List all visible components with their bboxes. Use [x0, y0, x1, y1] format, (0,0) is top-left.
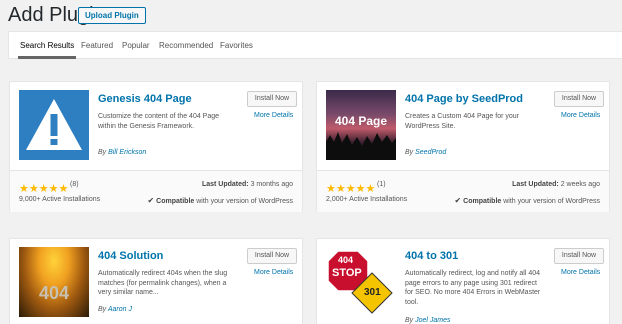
plugin-card: 404 STOP 301 404 to 301 Install Now More… [316, 238, 610, 324]
tab-popular[interactable]: Popular [122, 41, 150, 50]
more-details-link[interactable]: More Details [254, 269, 293, 276]
checkmark-icon: ✔ [147, 196, 155, 205]
warning-triangle-icon [26, 99, 82, 150]
sign-arrow-label: 301 [364, 287, 381, 298]
stop-sign-icon [327, 250, 393, 314]
star-icon: ★ [345, 183, 356, 195]
author-prefix: By [98, 149, 107, 156]
tab-featured[interactable]: Featured [81, 41, 113, 50]
plugin-author: By Joel James [405, 317, 451, 324]
sign-stop-label: STOP [332, 267, 362, 279]
author-link[interactable]: Joel James [415, 317, 450, 324]
plugin-icon-genesis [19, 90, 89, 160]
plugin-description: Automatically redirect, log and notify a… [405, 270, 541, 306]
last-updated: Last Updated: 2 weeks ago [512, 181, 600, 188]
plugin-card-footer: ★★★★★ (1) 2,000+ Active Installations La… [317, 170, 609, 212]
star-rating: ★★★★★ [326, 179, 375, 197]
last-updated: Last Updated: 3 months ago [202, 181, 293, 188]
filter-tab-bar: Search Results Featured Popular Recommen… [8, 31, 622, 59]
star-icon: ★ [326, 183, 336, 195]
star-icon: ★ [28, 183, 39, 195]
plugin-card: Genesis 404 Page Install Now More Detail… [9, 81, 303, 212]
author-link[interactable]: Bill Erickson [108, 149, 146, 156]
last-updated-value: 2 weeks ago [560, 181, 600, 188]
star-icon: ★ [335, 183, 346, 195]
plugin-icon-404-solution: 404 [19, 247, 89, 317]
plugin-author: By Aaron J [98, 306, 132, 313]
star-icon: ★ [365, 183, 376, 195]
compatible-label: Compatible [463, 198, 502, 205]
compatible-suffix: with your version of WordPress [196, 198, 293, 205]
plugin-name[interactable]: Genesis 404 Page [98, 93, 192, 105]
plugin-card-footer: ★★★★★ (8) 9,000+ Active Installations La… [10, 170, 302, 212]
plugin-description: Creates a Custom 404 Page for your WordP… [405, 113, 520, 130]
compatibility: ✔ Compatible with your version of WordPr… [148, 196, 293, 205]
more-details-link[interactable]: More Details [561, 112, 600, 119]
author-prefix: By [98, 306, 107, 313]
install-now-button[interactable]: Install Now [554, 91, 604, 107]
star-icon: ★ [355, 183, 366, 195]
rating-count: (1) [377, 181, 386, 188]
tab-recommended[interactable]: Recommended [159, 41, 213, 50]
star-rating: ★★★★★ [19, 179, 68, 197]
compatible-suffix: with your version of WordPress [503, 198, 600, 205]
active-installs: 9,000+ Active Installations [19, 196, 101, 203]
last-updated-value: 3 months ago [250, 181, 293, 188]
upload-plugin-button[interactable]: Upload Plugin [78, 7, 146, 24]
star-icon: ★ [38, 183, 49, 195]
plugin-icon-404-to-301: 404 STOP 301 [326, 247, 396, 317]
plugin-description: Customize the content of the 404 Page wi… [98, 113, 220, 130]
install-now-button[interactable]: Install Now [247, 91, 297, 107]
last-updated-label: Last Updated: [512, 181, 559, 188]
last-updated-label: Last Updated: [201, 181, 249, 188]
compatibility: ✔ Compatible with your version of WordPr… [455, 196, 600, 205]
plugin-name[interactable]: 404 Page by SeedProd [405, 93, 523, 105]
author-prefix: By [405, 317, 414, 324]
plugin-card: 404 Page 404 Page by SeedProd Install No… [316, 81, 610, 212]
sign-top-label: 404 [338, 255, 354, 265]
compatible-label: Compatible [156, 198, 195, 205]
checkmark-icon: ✔ [454, 196, 462, 205]
active-installs: 2,000+ Active Installations [326, 196, 408, 203]
install-now-button[interactable]: Install Now [247, 248, 297, 264]
star-icon: ★ [19, 183, 29, 195]
star-icon: ★ [48, 183, 59, 195]
plugin-name[interactable]: 404 Solution [98, 250, 163, 262]
more-details-link[interactable]: More Details [254, 112, 293, 119]
thumb-title: 404 Page [334, 114, 388, 128]
rating-count: (8) [70, 181, 79, 188]
plugin-icon-seedprod: 404 Page [326, 90, 396, 160]
author-link[interactable]: SeedProd [415, 149, 446, 156]
tab-search-results[interactable]: Search Results [20, 41, 74, 50]
more-details-link[interactable]: More Details [561, 269, 600, 276]
plugin-author: By Bill Erickson [98, 149, 146, 156]
plugin-card: 404 404 Solution Install Now More Detail… [9, 238, 303, 324]
author-prefix: By [405, 149, 414, 156]
plugin-name[interactable]: 404 to 301 [405, 250, 458, 262]
install-now-button[interactable]: Install Now [554, 248, 604, 264]
active-tab-indicator [18, 56, 76, 59]
plugin-description: Automatically redirect 404s when the slu… [98, 270, 228, 296]
plugin-author: By SeedProd [405, 149, 446, 156]
author-link[interactable]: Aaron J [108, 306, 132, 313]
star-icon: ★ [58, 183, 69, 195]
thumb-title: 404 [38, 283, 70, 303]
tab-favorites[interactable]: Favorites [220, 41, 253, 50]
